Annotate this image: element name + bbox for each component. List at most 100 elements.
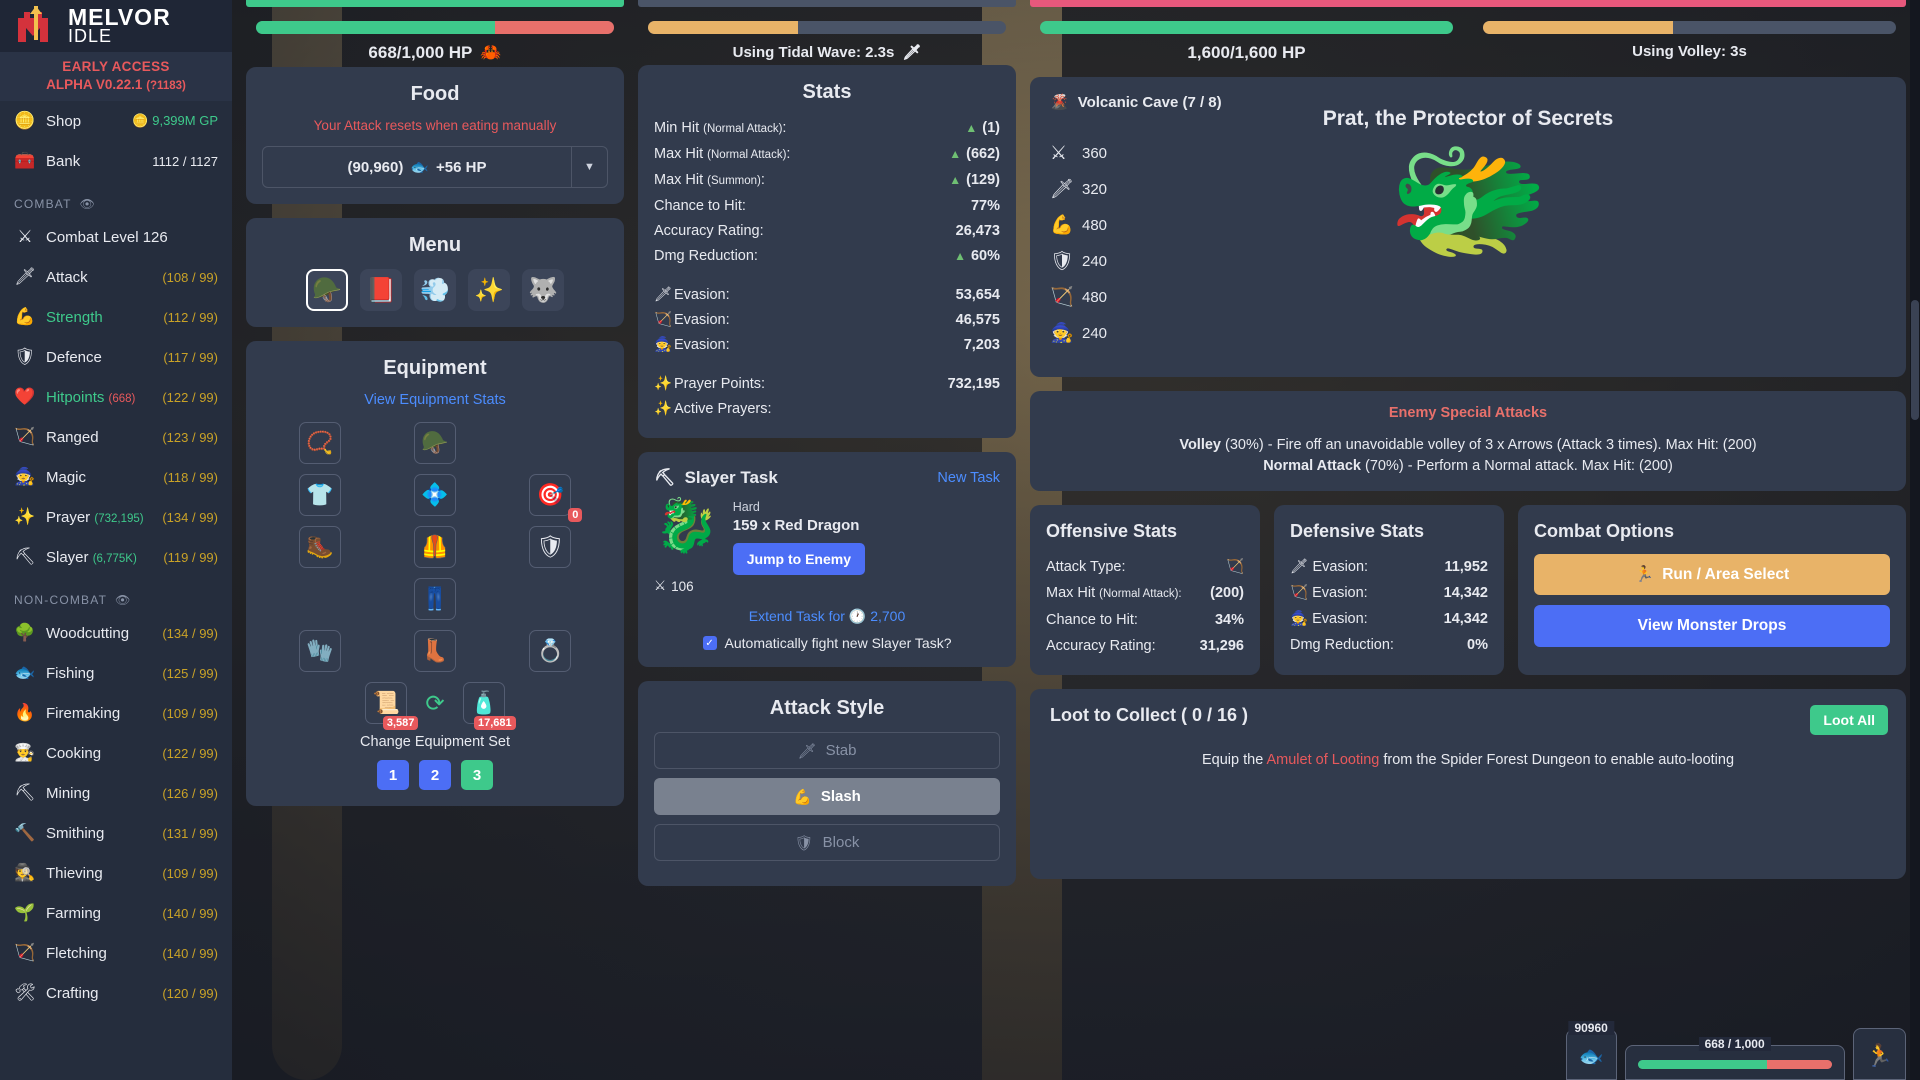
sidebar-item-hitpoints[interactable]: ❤️ Hitpoints (668) (122 / 99)	[0, 377, 232, 417]
sidebar-item-smithing[interactable]: 🔨 Smithing (131 / 99)	[0, 813, 232, 853]
offensive-stat-value: 34%	[1214, 612, 1244, 628]
auto-fight-row[interactable]: ✓ Automatically fight new Slayer Task?	[654, 635, 1000, 651]
sidebar-item-mining[interactable]: ⛏ Mining (126 / 99)	[0, 773, 232, 813]
loot-hint-post: from the Spider Forest Dungeon to enable…	[1379, 752, 1735, 768]
equipment-set-row: 📜 3,587 ⟳ 🧴 17,681	[262, 682, 608, 730]
sidebar-item-firemaking[interactable]: 🔥 Firemaking (109 / 99)	[0, 693, 232, 733]
shield-slot[interactable]: 🛡	[529, 526, 572, 568]
sidebar-item-farming[interactable]: 🌱 Farming (140 / 99)	[0, 893, 232, 933]
attack-timer-accent	[638, 0, 1016, 7]
sidebar-item-defence[interactable]: 🛡 Defence (117 / 99)	[0, 337, 232, 377]
attack-style-slash[interactable]: 💪 Slash	[654, 778, 1000, 815]
gloves-slot[interactable]: 🧤	[298, 630, 341, 672]
equipment-grid: 📿 🪖 👕 💠 🎯 0 🥾 🦺 🛡 👖 🧤 👢 💍	[262, 422, 608, 672]
food-selector[interactable]: (90,960) 🐟 +56 HP ▼	[262, 146, 608, 188]
bow-icon: 🏹	[654, 312, 673, 328]
enemy-stat-value: 240	[1082, 252, 1108, 270]
equipment-set-2[interactable]: 2	[419, 760, 451, 790]
auto-fight-checkbox[interactable]: ✓	[702, 636, 717, 650]
bottom-hp-widget: 668 / 1,000	[1624, 1037, 1845, 1080]
ring-slot[interactable]: 💍	[529, 630, 572, 672]
sidebar-item-attack[interactable]: 🗡 Attack (108 / 99)	[0, 257, 232, 297]
combat-section-header[interactable]: COMBAT 👁	[0, 181, 232, 217]
spellbook-menu[interactable]: 📕	[360, 269, 402, 311]
bottom-run-widget[interactable]: 🏃	[1852, 1028, 1906, 1080]
sidebar-item-woodcutting[interactable]: 🌳 Woodcutting (134 / 99)	[0, 613, 232, 653]
sidebar-item-crafting[interactable]: 🛠 Crafting (120 / 99)	[0, 973, 232, 1013]
bank-label: Bank	[46, 152, 81, 170]
enemy-hp-bar	[1040, 21, 1453, 34]
extend-task-label: Extend Task for	[748, 608, 845, 624]
brand[interactable]: MELVOR IDLE	[0, 0, 232, 52]
enemy-timer-text: Using Volley: 3s	[1632, 43, 1747, 60]
skill-level: (122 / 99)	[162, 745, 218, 761]
attack-style-stab[interactable]: 🗡 Stab	[654, 732, 1000, 769]
skill-label: Combat Level 126	[46, 228, 168, 246]
new-task-button[interactable]: New Task	[937, 470, 1000, 486]
quiver-slot[interactable]: 🎯 0	[529, 474, 583, 522]
player-hp-text: 668/1,000 HP	[368, 43, 473, 62]
offensive-stat-label: Accuracy Rating:	[1046, 638, 1156, 654]
sidebar: MELVOR IDLE EARLY ACCESS ALPHA V0.22.1 (…	[0, 0, 232, 1080]
sidebar-item-prayer[interactable]: ✨ Prayer (732,195) (134 / 99)	[0, 497, 232, 537]
skill-level: (118 / 99)	[163, 469, 218, 485]
sidebar-item-shop[interactable]: 🪙 Shop 🪙 9,399M GP	[0, 101, 232, 141]
equipment-set-1[interactable]: 1	[377, 760, 409, 790]
sidebar-item-ranged[interactable]: 🏹 Ranged (123 / 99)	[0, 417, 232, 457]
eye-icon[interactable]: 👁	[80, 197, 96, 211]
arrows-icon: 🏹	[14, 943, 36, 962]
sidebar-item-combat-level-126[interactable]: ⚔ Combat Level 126	[0, 217, 232, 257]
view-monster-drops-button[interactable]: View Monster Drops	[1534, 605, 1890, 647]
legs-slot[interactable]: 👖	[413, 578, 456, 620]
enemy-panel: 🌋 Volcanic Cave (7 / 8) Prat, the Protec…	[1030, 77, 1906, 377]
sidebar-item-magic[interactable]: 🧙 Magic (118 / 99)	[0, 457, 232, 497]
special-attack-line: Normal Attack (70%) - Perform a Normal a…	[1263, 458, 1673, 474]
sidebar-item-fishing[interactable]: 🐟 Fishing (125 / 99)	[0, 653, 232, 693]
scrollbar-thumb[interactable]	[1911, 300, 1919, 420]
bottom-food-widget[interactable]: 90960 🐟	[1565, 1021, 1617, 1080]
aurora-menu[interactable]: 💨	[414, 269, 456, 311]
chevron-down-icon[interactable]: ▼	[571, 147, 607, 187]
eye-icon[interactable]: 👁	[115, 593, 131, 607]
sidebar-item-thieving[interactable]: 🕵 Thieving (109 / 99)	[0, 853, 232, 893]
amulet-of-looting-link[interactable]: Amulet of Looting	[1266, 752, 1379, 768]
attack-style-label: Stab	[825, 742, 857, 759]
scrollbar[interactable]	[1910, 0, 1920, 1080]
stats-column: Using Tidal Wave: 2.3s 🗡 Stats Min Hit (…	[638, 0, 1016, 1080]
swap-icon[interactable]: ⟳	[425, 690, 444, 717]
amulet-slot[interactable]: 📿	[298, 422, 341, 464]
offensive-stats-card: Offensive Stats Attack Type: 🏹 Max Hit (No…	[1030, 505, 1260, 675]
enemy-stat: 🗡 320	[1050, 171, 1107, 207]
attack-style-block[interactable]: 🛡 Block	[654, 824, 1000, 861]
extend-task-row[interactable]: Extend Task for 🕐 2,700	[654, 608, 1000, 625]
special-attack-line: Volley (30%) - Fire off an unavoidable v…	[1179, 437, 1757, 453]
prayer-menu[interactable]: ✨	[468, 269, 510, 311]
skill-level: (119 / 99)	[163, 549, 218, 565]
sidebar-item-strength[interactable]: 💪 Strength (112 / 99)	[0, 297, 232, 337]
sidebar-item-bank[interactable]: 🧰 Bank 1112 / 1127	[0, 141, 232, 181]
jump-to-enemy-button[interactable]: Jump to Enemy	[732, 543, 865, 575]
skill-level: (134 / 99)	[162, 509, 218, 525]
body-slot[interactable]: 🦺	[413, 526, 456, 568]
view-equipment-stats-link[interactable]: View Equipment Stats	[262, 392, 608, 408]
sidebar-item-slayer[interactable]: ⛏ Slayer (6,775K) (119 / 99)	[0, 537, 232, 577]
helmet-slot[interactable]: 🪖	[413, 422, 456, 464]
cape-slot[interactable]: 👕	[298, 474, 341, 516]
neck-slot[interactable]: 💠	[413, 474, 456, 516]
weapon-slot[interactable]: 🥾	[298, 526, 341, 568]
noncombat-section-header[interactable]: NON-COMBAT 👁	[0, 577, 232, 613]
boots-slot[interactable]: 👢	[413, 630, 456, 672]
run-area-select-button[interactable]: 🏃 Run / Area Select	[1534, 554, 1890, 595]
equipment-set-3[interactable]: 3	[461, 760, 493, 790]
sidebar-item-fletching[interactable]: 🏹 Fletching (140 / 99)	[0, 933, 232, 973]
necklace-gem-icon: 💠	[421, 482, 449, 507]
combat-menu[interactable]: 🪖	[306, 269, 348, 311]
pet-menu[interactable]: 🐺	[522, 269, 564, 311]
left-consumable-slot[interactable]: 📜 3,587	[365, 682, 419, 730]
right-consumable-slot[interactable]: 🧴 17,681	[462, 682, 516, 730]
loot-all-button[interactable]: Loot All	[1810, 705, 1888, 735]
sidebar-item-cooking[interactable]: 👨‍🍳 Cooking (122 / 99)	[0, 733, 232, 773]
food-selected[interactable]: (90,960) 🐟 +56 HP	[263, 147, 571, 187]
skill-level: (134 / 99)	[162, 625, 218, 641]
hammer-chisel-icon: 🛠	[14, 983, 36, 1002]
